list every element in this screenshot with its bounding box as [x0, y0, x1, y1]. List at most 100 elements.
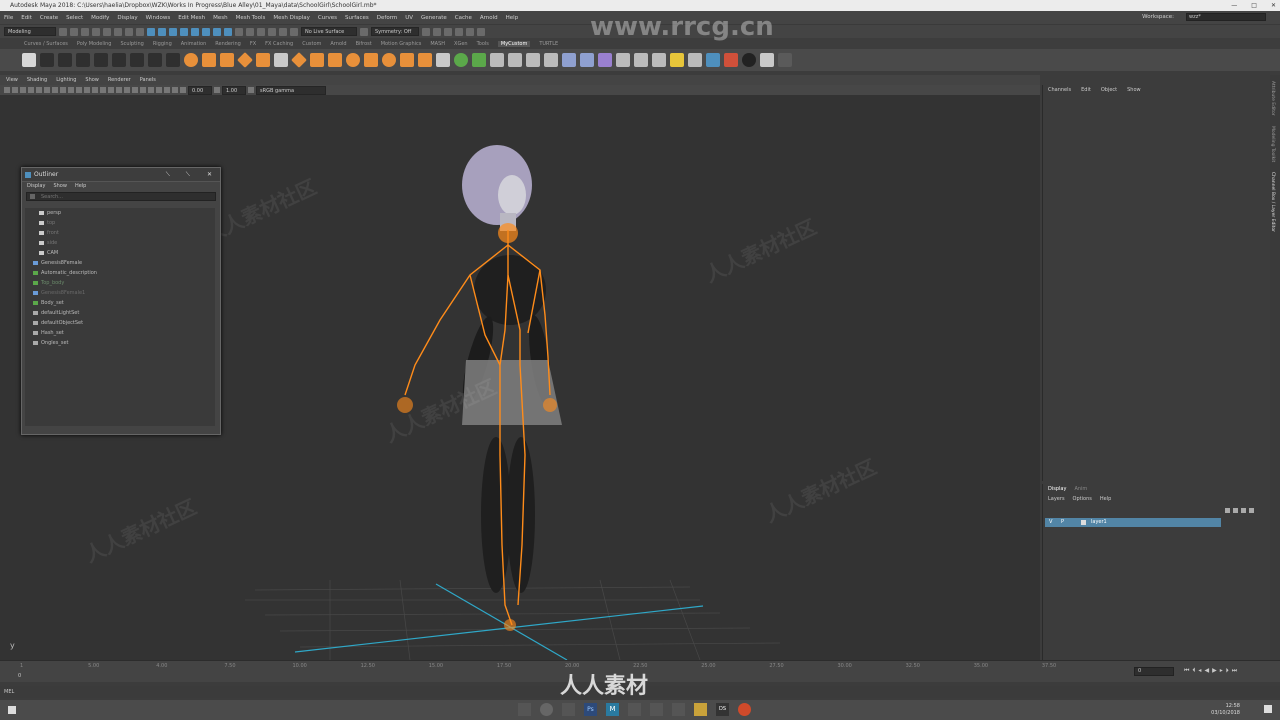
panel-menu-show[interactable]: Show [85, 77, 99, 83]
target-weld-icon[interactable] [490, 53, 504, 67]
select-object-icon[interactable] [125, 27, 133, 36]
shelf-tab-mycustom[interactable]: MyCustom [497, 40, 531, 47]
new-scene-icon[interactable] [59, 27, 67, 36]
substance-icon[interactable] [738, 703, 751, 716]
center-pivot-icon[interactable] [76, 53, 90, 67]
safe-action-icon[interactable] [76, 87, 82, 93]
play-icon[interactable]: ▶ [1212, 667, 1217, 675]
lattice-icon[interactable] [562, 53, 576, 67]
camera-attr-icon[interactable] [12, 87, 18, 93]
menu-help[interactable]: Help [506, 15, 519, 21]
shadows-icon[interactable] [124, 87, 130, 93]
select-curves-icon[interactable] [169, 27, 177, 36]
panel-menu-renderer[interactable]: Renderer [108, 77, 131, 83]
zbrush-icon[interactable] [672, 703, 685, 716]
fill-hole-icon[interactable] [418, 53, 432, 67]
outliner-close-icon[interactable]: ✕ [207, 168, 212, 182]
image-plane-icon[interactable] [28, 87, 34, 93]
outliner-item[interactable]: Ongles_set [25, 338, 215, 348]
smooth-icon[interactable] [364, 53, 378, 67]
smooth-shade-icon[interactable] [100, 87, 106, 93]
outliner-item[interactable]: persp [25, 208, 215, 218]
side-tab-channel-box[interactable]: Channel Box / Layer Editor [1270, 172, 1275, 232]
outliner-item[interactable]: defaultLightSet [25, 308, 215, 318]
minimize-icon[interactable]: — [1231, 0, 1237, 11]
snap-surface-icon[interactable] [290, 27, 298, 36]
layer-menu-options[interactable]: Options [1073, 496, 1092, 502]
menu-display[interactable]: Display [117, 15, 137, 21]
move-shelf-icon[interactable] [166, 53, 180, 67]
undo-icon[interactable] [92, 27, 100, 36]
menu-generate[interactable]: Generate [421, 15, 447, 21]
outliner-item[interactable]: Automatic_description [25, 268, 215, 278]
wrap-icon[interactable] [598, 53, 612, 67]
gamma-field[interactable]: 1.00 [222, 85, 246, 95]
layer-playback[interactable]: P [1061, 518, 1064, 527]
step-forward-icon[interactable]: ⏵ [1226, 667, 1229, 675]
safe-title-icon[interactable] [84, 87, 90, 93]
exposure-field[interactable]: 0.00 [188, 85, 212, 95]
menu-windows[interactable]: Windows [146, 15, 171, 21]
separate-icon[interactable] [346, 53, 360, 67]
panel-menu-lighting[interactable]: Lighting [56, 77, 76, 83]
menu-mesh-tools[interactable]: Mesh Tools [236, 15, 266, 21]
menu-mesh-display[interactable]: Mesh Display [273, 15, 310, 21]
shelf-tab-turtle[interactable]: TURTLE [539, 41, 558, 47]
menu-arnold[interactable]: Arnold [480, 15, 498, 21]
menu-edit[interactable]: Edit [21, 15, 32, 21]
new-layer-icon[interactable] [1241, 508, 1246, 513]
workspace-dropdown[interactable]: wzz* [1186, 13, 1266, 21]
shelf-tab-curves-surfaces[interactable]: Curves / Surfaces [24, 41, 68, 47]
camera-view-icon[interactable] [616, 53, 630, 67]
right-hand-controls[interactable] [543, 398, 557, 412]
channel-menu-edit[interactable]: Edit [1081, 87, 1091, 93]
light-icon[interactable] [670, 53, 684, 67]
render-settings-icon[interactable] [466, 27, 474, 36]
shelf-tab-xgen[interactable]: XGen [454, 41, 468, 47]
shelf-tab-bifrost[interactable]: Bifrost [356, 41, 372, 47]
render-current-icon[interactable] [444, 27, 452, 36]
layer-menu-layers[interactable]: Layers [1048, 496, 1065, 502]
snap-curve-icon[interactable] [257, 27, 265, 36]
outliner-titlebar[interactable]: Outliner ⟍ ⟍ ✕ [22, 168, 220, 182]
select-dynamics-icon[interactable] [202, 27, 210, 36]
xray-joints-icon[interactable] [172, 87, 178, 93]
menu-deform[interactable]: Deform [377, 15, 397, 21]
snapshot-icon[interactable] [652, 53, 666, 67]
poly-cone-icon[interactable] [237, 52, 253, 68]
bend-icon[interactable] [580, 53, 594, 67]
sculpt-icon[interactable] [526, 53, 540, 67]
max-icon[interactable] [628, 703, 641, 716]
snap-point-icon[interactable] [268, 27, 276, 36]
locator-icon[interactable] [688, 53, 702, 67]
quad-draw-icon[interactable] [508, 53, 522, 67]
ambient-occlusion-icon[interactable] [132, 87, 138, 93]
menu-set-dropdown[interactable]: Modeling [4, 27, 56, 36]
outliner-item[interactable]: side [25, 238, 215, 248]
panel-menu-panels[interactable]: Panels [140, 77, 156, 83]
maya-icon[interactable]: M [606, 703, 619, 716]
menu-cache[interactable]: Cache [455, 15, 472, 21]
wireframe-icon[interactable] [92, 87, 98, 93]
go-end-icon[interactable]: ⏭ [1232, 667, 1237, 675]
maximize-icon[interactable]: □ [1251, 0, 1257, 11]
file-explorer-icon[interactable] [518, 703, 531, 716]
booleans-icon[interactable] [382, 53, 396, 67]
new-layer-selected-icon[interactable] [1249, 508, 1254, 513]
feet-controls[interactable] [504, 619, 516, 631]
channel-menu-object[interactable]: Object [1101, 87, 1117, 93]
symmetry-dropdown[interactable]: Symmetry: Off [371, 27, 419, 36]
ipr-render-icon[interactable] [455, 27, 463, 36]
edge-icon[interactable] [562, 703, 575, 716]
outliner-item[interactable]: Genesis8Female1 [25, 288, 215, 298]
select-misc-icon[interactable] [224, 27, 232, 36]
move-layer-down-icon[interactable] [1233, 508, 1238, 513]
snap-grid-icon[interactable] [246, 27, 254, 36]
render-view-icon[interactable] [433, 27, 441, 36]
outliner-menu-help[interactable]: Help [75, 182, 86, 191]
mirror-icon[interactable] [400, 53, 414, 67]
move-layer-up-icon[interactable] [1225, 508, 1230, 513]
side-tab-attribute-editor[interactable]: Attribute Editor [1270, 81, 1275, 116]
chrome-icon[interactable] [540, 703, 553, 716]
step-back-icon[interactable]: ⏴ [1192, 667, 1195, 675]
